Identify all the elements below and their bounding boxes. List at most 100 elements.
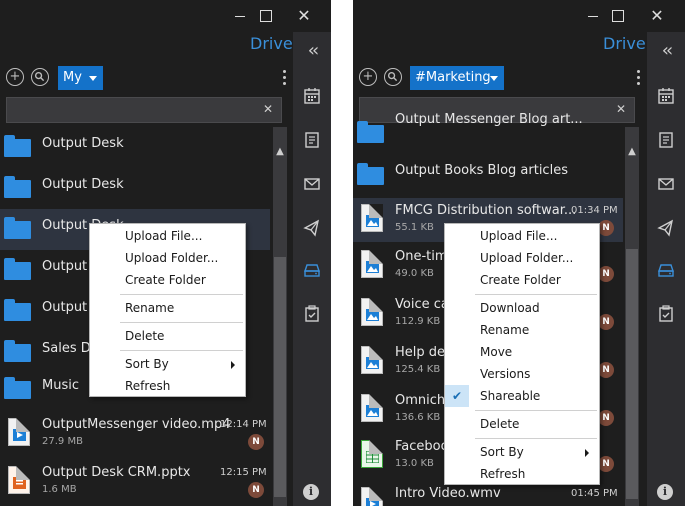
folder-icon — [4, 299, 31, 321]
announcement-icon[interactable] — [656, 218, 676, 238]
item-time: 01:45 PM — [571, 488, 618, 499]
scrollbar[interactable]: ▲ — [625, 127, 639, 506]
list-item[interactable]: Output Books Blog articles — [353, 155, 623, 196]
scroll-up-icon[interactable]: ▲ — [625, 145, 639, 159]
more-options-icon[interactable] — [637, 70, 641, 88]
menu-item-create-folder[interactable]: Create Folder — [90, 269, 245, 291]
status-badge: N — [598, 220, 614, 236]
drive-icon[interactable] — [302, 260, 322, 280]
item-name: OutputMessenger video.mp4 — [42, 417, 231, 432]
scrollbar[interactable]: ▲ — [273, 127, 287, 506]
menu-item-delete[interactable]: Delete — [90, 325, 245, 347]
menu-item-upload-file[interactable]: Upload File... — [445, 225, 599, 247]
item-name: Output — [42, 300, 88, 315]
calendar-icon[interactable] — [302, 86, 322, 106]
info-icon[interactable]: i — [303, 484, 319, 500]
menu-item-versions[interactable]: Versions — [445, 363, 599, 385]
item-name: Voice ca — [395, 297, 449, 312]
mail-icon[interactable] — [656, 174, 676, 194]
mail-icon[interactable] — [302, 174, 322, 194]
notes-icon[interactable] — [656, 130, 676, 150]
menu-divider — [120, 350, 243, 351]
list-item[interactable]: Output Desk — [0, 168, 270, 209]
more-options-icon[interactable] — [283, 70, 287, 88]
menu-item-move[interactable]: Move — [445, 341, 599, 363]
folder-icon — [4, 176, 31, 198]
image-file-icon — [361, 298, 383, 326]
list-item[interactable]: OutputMessenger video.mp4 12:14 PM 27.9 … — [0, 412, 270, 452]
item-name: Output Desk — [42, 136, 124, 151]
item-size: 49.0 KB — [395, 268, 434, 279]
scroll-up-icon[interactable]: ▲ — [273, 145, 287, 159]
menu-item-delete[interactable]: Delete — [445, 413, 599, 435]
menu-item-label: Sort By — [480, 445, 524, 459]
drive-title: Drive — [603, 34, 646, 53]
menu-divider — [475, 410, 597, 411]
drive-scope-dropdown[interactable]: #Marketing — [410, 66, 504, 90]
dropdown-value: My — [63, 70, 82, 85]
chevron-right-icon — [231, 361, 235, 369]
spreadsheet-file-icon — [361, 440, 383, 468]
maximize-button[interactable] — [255, 6, 275, 26]
menu-item-create-folder[interactable]: Create Folder — [445, 269, 599, 291]
image-file-icon — [361, 250, 383, 278]
menu-item-rename[interactable]: Rename — [445, 319, 599, 341]
info-icon[interactable]: i — [657, 484, 673, 500]
maximize-button[interactable] — [607, 6, 627, 26]
item-time: 12:15 PM — [220, 467, 267, 478]
app-sidebar: ‹‹ i — [647, 32, 685, 506]
status-badge: N — [248, 434, 264, 450]
chevron-down-icon — [490, 76, 498, 81]
item-name: Intro Video.wmv — [395, 486, 501, 501]
menu-item-upload-folder[interactable]: Upload Folder... — [445, 247, 599, 269]
tasks-icon[interactable] — [302, 304, 322, 324]
menu-item-sort-by[interactable]: Sort By — [445, 441, 599, 463]
tasks-icon[interactable] — [656, 304, 676, 324]
folder-icon — [4, 340, 31, 362]
menu-item-upload-file[interactable]: Upload File... — [90, 225, 245, 247]
close-button[interactable]: ✕ — [294, 6, 314, 26]
drive-panel-right: ✕ Drive + #Marketing ✕ Output Messenger … — [353, 0, 685, 506]
add-icon[interactable]: + — [6, 68, 24, 86]
menu-divider — [475, 294, 597, 295]
menu-item-refresh[interactable]: Refresh — [445, 463, 599, 485]
search-icon[interactable] — [384, 68, 402, 86]
list-item[interactable]: Output Desk CRM.pptx 12:15 PM 1.6 MB N — [0, 460, 270, 502]
dropdown-value: #Marketing — [415, 70, 491, 85]
title-bar: ✕ — [0, 0, 331, 32]
folder-icon — [357, 163, 384, 185]
drive-icon[interactable] — [656, 260, 676, 280]
search-box[interactable]: ✕ — [6, 97, 282, 123]
scrollbar-thumb[interactable] — [274, 257, 286, 497]
clear-search-icon[interactable]: ✕ — [263, 102, 273, 116]
minimize-button[interactable] — [583, 6, 603, 26]
status-badge: N — [598, 266, 614, 282]
clear-search-icon[interactable]: ✕ — [616, 102, 626, 116]
search-icon[interactable] — [31, 68, 49, 86]
drive-scope-dropdown[interactable]: My — [58, 66, 103, 90]
chevron-down-icon — [89, 76, 97, 81]
list-item[interactable]: Output Messenger Blog art... — [353, 112, 623, 151]
checkmark-icon: ✔ — [445, 385, 469, 407]
search-input[interactable] — [11, 101, 251, 119]
menu-item-refresh[interactable]: Refresh — [90, 375, 245, 397]
scrollbar-thumb[interactable] — [626, 249, 638, 499]
menu-item-upload-folder[interactable]: Upload Folder... — [90, 247, 245, 269]
list-item[interactable]: Output Desk — [0, 127, 270, 168]
close-button[interactable]: ✕ — [647, 6, 667, 26]
menu-item-shareable[interactable]: ✔ Shareable — [445, 385, 599, 407]
minimize-button[interactable] — [230, 6, 250, 26]
status-badge: N — [248, 482, 264, 498]
menu-item-sort-by[interactable]: Sort By — [90, 353, 245, 375]
item-name: Output Desk CRM.pptx — [42, 465, 191, 480]
menu-item-download[interactable]: Download — [445, 297, 599, 319]
menu-item-rename[interactable]: Rename — [90, 297, 245, 319]
collapse-icon[interactable]: ‹‹ — [293, 40, 331, 61]
notes-icon[interactable] — [302, 130, 322, 150]
collapse-icon[interactable]: ‹‹ — [647, 40, 685, 61]
item-size: 27.9 MB — [42, 436, 83, 447]
add-icon[interactable]: + — [359, 68, 377, 86]
status-badge: N — [598, 362, 614, 378]
announcement-icon[interactable] — [302, 218, 322, 238]
calendar-icon[interactable] — [656, 86, 676, 106]
